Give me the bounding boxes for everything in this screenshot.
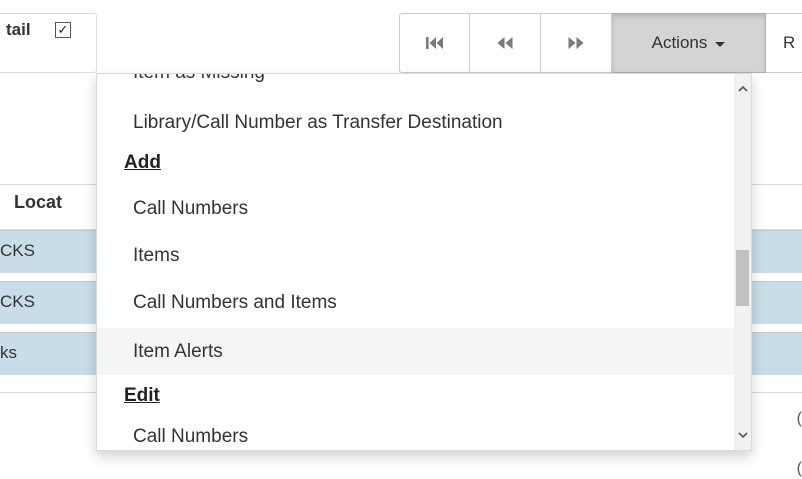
- menu-item-edit-call-numbers[interactable]: Call Numbers: [97, 413, 735, 450]
- menu-item-add-items[interactable]: Items: [97, 232, 735, 279]
- menu-item-transfer-destination[interactable]: Library/Call Number as Transfer Destinat…: [97, 99, 735, 146]
- menu-item-item-as-missing[interactable]: Item as Missing: [133, 74, 265, 84]
- previous-page-button[interactable]: [470, 13, 541, 73]
- menu-item-add-item-alerts[interactable]: Item Alerts: [97, 328, 735, 375]
- menu-section-edit: Edit: [124, 385, 160, 406]
- actions-dropdown-menu[interactable]: Item as Missing Library/Call Number as T…: [96, 73, 752, 451]
- menu-section-add: Add: [124, 152, 161, 173]
- show-detail-label: tail: [6, 20, 31, 39]
- scrollbar-thumb[interactable]: [736, 250, 749, 306]
- toolbar-next-label: R: [783, 33, 796, 52]
- menu-item-add-call-numbers-and-items[interactable]: Call Numbers and Items: [97, 279, 735, 326]
- next-page-icon: [567, 36, 585, 50]
- grid-toolbar: Actions R: [399, 13, 802, 73]
- holdings-view: tail ✓ Locat CKS CKS ks ( (Actions R Li…: [0, 0, 802, 479]
- actions-dropdown-button[interactable]: Actions: [612, 13, 766, 73]
- scroll-up-icon[interactable]: [734, 80, 751, 97]
- row-location-cell: CKS: [0, 241, 35, 260]
- next-page-button[interactable]: [541, 13, 612, 73]
- row-location-cell: CKS: [0, 292, 35, 311]
- row-location-cell: ks: [0, 343, 17, 362]
- previous-page-icon: [496, 36, 514, 50]
- actions-label: Actions: [651, 33, 708, 52]
- first-page-icon: [425, 36, 445, 50]
- caret-down-icon: [715, 41, 726, 47]
- menu-item-add-call-numbers[interactable]: Call Numbers: [97, 185, 735, 232]
- menu-scrollbar[interactable]: [734, 74, 751, 450]
- row-edge-glyph: (: [796, 460, 802, 477]
- row-edge-glyph: (: [796, 410, 802, 427]
- first-page-button[interactable]: [399, 13, 470, 73]
- column-header-location[interactable]: Locat: [14, 192, 62, 213]
- show-detail-checkbox[interactable]: ✓: [55, 22, 71, 38]
- toolbar-next-button[interactable]: R: [766, 13, 802, 73]
- scroll-down-icon[interactable]: [734, 427, 751, 444]
